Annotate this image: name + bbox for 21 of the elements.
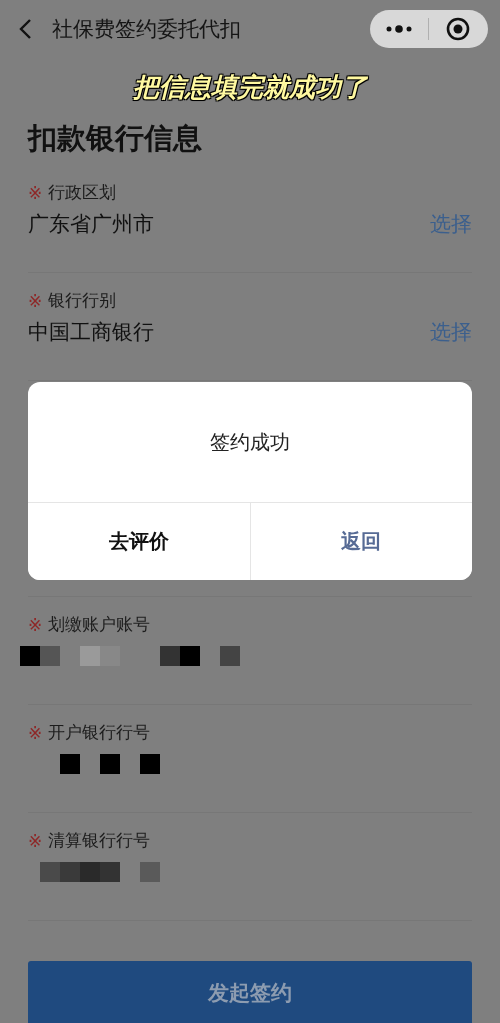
back-icon[interactable] <box>18 18 34 40</box>
required-mark: ※ <box>28 614 43 635</box>
field-value: 广东省广州市 <box>28 211 154 238</box>
field-label: 清算银行行号 <box>48 829 151 852</box>
dialog-message: 签约成功 <box>210 428 290 456</box>
field-label: 开户银行行号 <box>48 721 151 744</box>
video-caption: 把信息填完就成功了 <box>132 71 369 104</box>
required-mark: ※ <box>28 722 43 743</box>
required-mark: ※ <box>28 290 43 311</box>
select-link[interactable]: 选择 <box>430 210 472 238</box>
field-label: 划缴账户账号 <box>48 613 151 636</box>
page-title: 社保费签约委托代扣 <box>52 16 242 43</box>
required-mark: ※ <box>28 182 43 203</box>
section-title: 扣款银行信息 <box>28 120 203 157</box>
field-label: 银行行别 <box>48 289 117 312</box>
field-label: 行政区划 <box>48 181 117 204</box>
submit-button[interactable]: 发起签约 <box>28 961 472 1023</box>
required-mark: ※ <box>28 830 43 851</box>
select-link[interactable]: 选择 <box>430 318 472 346</box>
field-value: 中国工商银行 <box>28 319 154 346</box>
dialog-button[interactable]: 返回 <box>249 503 472 580</box>
